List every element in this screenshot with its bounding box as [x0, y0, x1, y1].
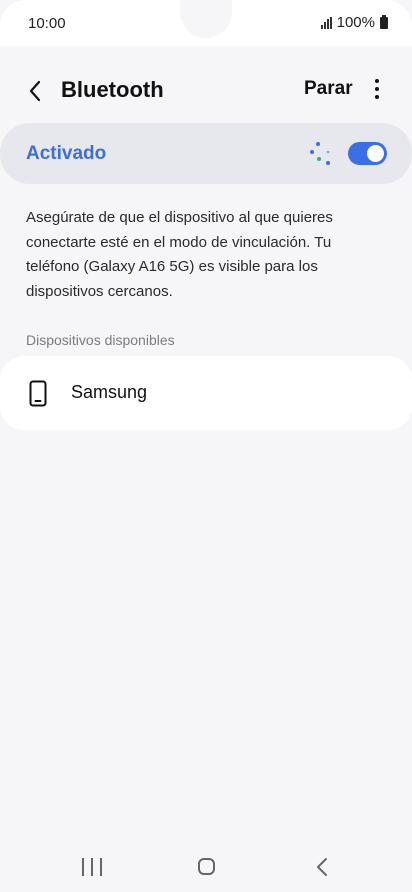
back-button[interactable]: [18, 74, 52, 108]
battery-icon: [380, 14, 388, 29]
scanning-spinner-icon: [310, 142, 330, 165]
navigation-bar: [0, 842, 412, 892]
available-devices-header: Dispositivos disponibles: [26, 332, 175, 348]
battery-percent: 100%: [336, 14, 375, 31]
status-icons: 100%: [320, 14, 388, 31]
recents-icon[interactable]: [82, 858, 102, 876]
status-bar: 10:00 100%: [0, 0, 412, 46]
more-vertical-icon: [375, 79, 379, 83]
device-list-item[interactable]: Samsung: [0, 356, 412, 430]
camera-notch: [180, 0, 232, 38]
home-icon[interactable]: [198, 858, 215, 875]
chevron-left-icon: [29, 80, 41, 102]
device-name: Samsung: [71, 382, 148, 402]
stop-scan-button[interactable]: Parar: [304, 78, 353, 100]
bluetooth-switch[interactable]: [348, 142, 387, 165]
screen: 10:00 100% Bluetooth Parar Activado Aseg…: [0, 0, 412, 892]
back-icon[interactable]: [314, 857, 330, 877]
page-title: Bluetooth: [61, 77, 164, 102]
status-time: 10:00: [28, 15, 66, 32]
app-header: Bluetooth Parar: [0, 46, 412, 132]
signal-icon: [320, 16, 332, 29]
switch-knob: [367, 145, 384, 162]
bluetooth-status-label: Activado: [26, 143, 107, 164]
more-options-button[interactable]: [364, 74, 390, 104]
visibility-description: Asegúrate de que el dispositivo al que q…: [26, 209, 333, 300]
phone-icon: [29, 380, 47, 407]
